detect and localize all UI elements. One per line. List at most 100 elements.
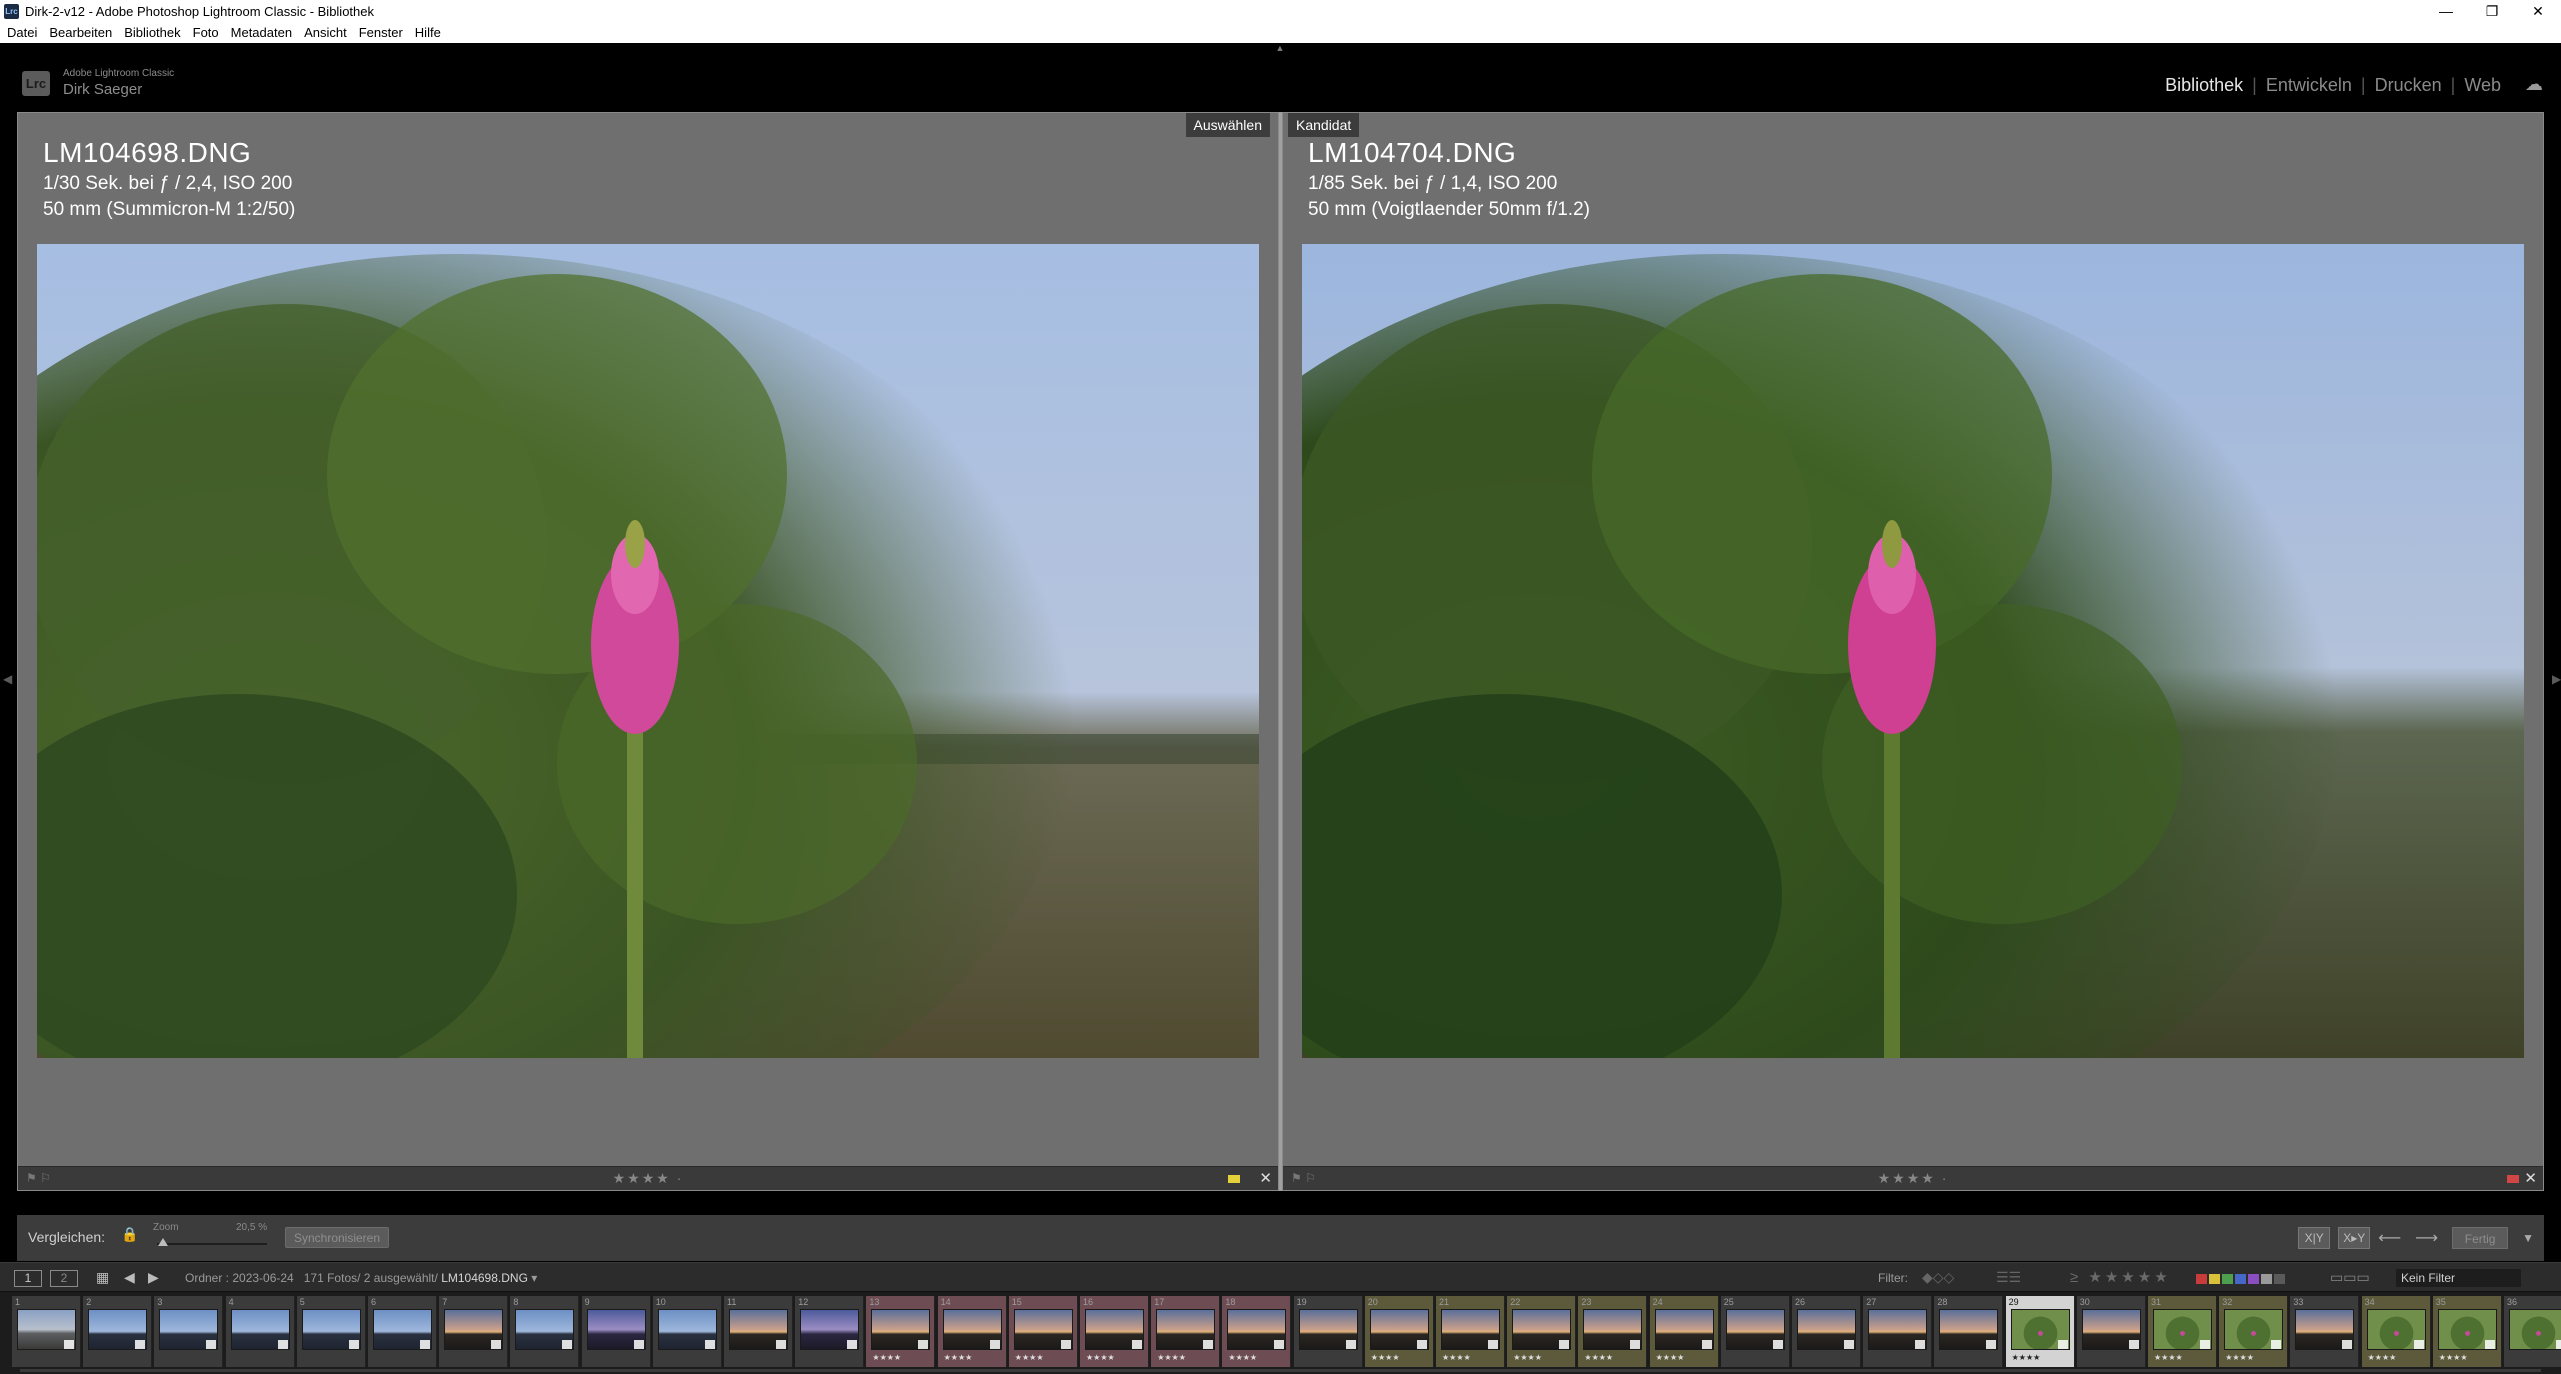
filmstrip-thumbnail[interactable]: 25	[1720, 1296, 1790, 1367]
filmstrip-thumbnail[interactable]: 9	[581, 1296, 651, 1367]
previous-arrow-icon[interactable]: ⟵	[2378, 1228, 2401, 1248]
filmstrip[interactable]: 1 2 3 4 5 6 7 8 9 10 11 12 13 ★★★★ 14 ★★★★ 15 ★★★★ 16 ★★★★ 1…	[0, 1292, 2561, 1374]
edit-filter-icon[interactable]: ☰☰	[1996, 1269, 2021, 1286]
cloud-sync-icon[interactable]: ☁	[2519, 74, 2549, 96]
filmstrip-thumbnail[interactable]: 27	[1863, 1296, 1933, 1367]
menu-bearbeiten[interactable]: Bearbeiten	[49, 25, 112, 40]
lrc-logo-icon: Lrc	[22, 71, 50, 96]
menu-bibliothek[interactable]: Bibliothek	[124, 25, 180, 40]
filmstrip-thumbnail[interactable]: 29 ★★★★	[2005, 1296, 2075, 1367]
color-label-swatch[interactable]	[2248, 1274, 2259, 1284]
compare-pane-candidate[interactable]: Kandidat LM104704.DNG 1/85 Sek. bei ƒ / …	[1282, 112, 2544, 1191]
filmstrip-thumbnail[interactable]: 16 ★★★★	[1080, 1296, 1149, 1367]
filmstrip-thumbnail[interactable]: 35 ★★★★	[2432, 1296, 2502, 1367]
select-photo[interactable]	[37, 244, 1259, 1058]
filmstrip-thumbnail[interactable]: 20 ★★★★	[1364, 1296, 1434, 1367]
color-label-swatch[interactable]	[2261, 1274, 2272, 1284]
zoom-slider[interactable]	[157, 1243, 267, 1245]
sync-button[interactable]: Synchronisieren	[285, 1227, 389, 1248]
star-filter[interactable]: ≥ ★★★★★	[2070, 1268, 2171, 1286]
filmstrip-thumbnail[interactable]: 3	[154, 1296, 224, 1367]
thumbnail-index: 4	[228, 1297, 234, 1307]
filmstrip-thumbnail[interactable]: 5	[296, 1296, 366, 1367]
filmstrip-thumbnail[interactable]: 2	[83, 1296, 153, 1367]
color-label-filter[interactable]	[2196, 1274, 2287, 1284]
module-web[interactable]: Web	[2464, 75, 2501, 96]
filmstrip-thumbnail[interactable]: 32 ★★★★	[2219, 1296, 2289, 1367]
filmstrip-thumbnail[interactable]: 31 ★★★★	[2148, 1296, 2217, 1367]
collapse-top-panel-icon[interactable]: ▲	[1273, 43, 1287, 53]
main-window-button[interactable]: 1	[14, 1270, 42, 1287]
grid-view-icon[interactable]: ▦	[96, 1269, 109, 1286]
filmstrip-thumbnail[interactable]: 34 ★★★★	[2361, 1296, 2431, 1367]
filmstrip-thumbnail[interactable]: 21 ★★★★	[1436, 1296, 1505, 1367]
filmstrip-thumbnail[interactable]: 19	[1293, 1296, 1363, 1367]
filmstrip-thumbnail[interactable]: 23 ★★★★	[1578, 1296, 1648, 1367]
color-label-swatch[interactable]	[2196, 1274, 2207, 1284]
lock-icon[interactable]: 🔒	[121, 1226, 138, 1244]
filmstrip-thumbnail[interactable]: 10	[652, 1296, 722, 1367]
thumbnail-rating: ★★★★	[1014, 1353, 1044, 1362]
module-bibliothek[interactable]: Bibliothek	[2165, 75, 2243, 96]
left-panel-toggle-icon[interactable]: ◀	[3, 672, 12, 686]
color-label-swatch[interactable]	[2235, 1274, 2246, 1284]
menu-metadaten[interactable]: Metadaten	[231, 25, 292, 40]
menu-ansicht[interactable]: Ansicht	[304, 25, 347, 40]
filmstrip-thumbnail[interactable]: 1	[12, 1296, 81, 1367]
filmstrip-thumbnail[interactable]: 17 ★★★★	[1151, 1296, 1221, 1367]
candidate-rating[interactable]: ★★★★ ·	[1283, 1170, 2543, 1187]
filter-preset-select[interactable]: Kein Filter	[2396, 1269, 2521, 1287]
secondary-window-button[interactable]: 2	[50, 1270, 78, 1287]
back-arrow-icon[interactable]: ◀	[124, 1269, 135, 1286]
filmstrip-thumbnail[interactable]: 14 ★★★★	[937, 1296, 1007, 1367]
candidate-color-label[interactable]	[2507, 1175, 2519, 1183]
filmstrip-thumbnail[interactable]: 28	[1934, 1296, 2004, 1367]
filmstrip-thumbnail[interactable]: 22 ★★★★	[1507, 1296, 1577, 1367]
flag-filter-icon[interactable]: ◆◇◇	[1922, 1269, 1954, 1286]
develop-badge-icon	[135, 1340, 146, 1349]
filmstrip-thumbnail[interactable]: 4	[225, 1296, 295, 1367]
toolbar-menu-icon[interactable]: ▼	[2522, 1231, 2534, 1245]
filmstrip-thumbnail[interactable]: 30	[2076, 1296, 2146, 1367]
filmstrip-thumbnail[interactable]: 15 ★★★★	[1008, 1296, 1078, 1367]
filmstrip-thumbnail[interactable]: 11	[724, 1296, 793, 1367]
filmstrip-thumbnail[interactable]: 24 ★★★★	[1649, 1296, 1719, 1367]
zoom-slider-thumb[interactable]	[157, 1238, 168, 1246]
candidate-photo[interactable]	[1302, 244, 2524, 1058]
filmstrip-thumbnail[interactable]: 8	[510, 1296, 580, 1367]
color-label-swatch[interactable]	[2222, 1274, 2233, 1284]
select-rating[interactable]: ★★★★ ·	[18, 1170, 1278, 1187]
filmstrip-thumbnail[interactable]: 18 ★★★★	[1222, 1296, 1292, 1367]
filmstrip-thumbnail[interactable]: 13 ★★★★	[866, 1296, 936, 1367]
select-close-icon[interactable]: ✕	[1259, 1169, 1272, 1187]
next-arrow-icon[interactable]: ⟶	[2415, 1228, 2438, 1248]
done-button[interactable]: Fertig	[2452, 1227, 2509, 1249]
module-entwickeln[interactable]: Entwickeln	[2266, 75, 2352, 96]
filmstrip-thumbnail[interactable]: 6	[368, 1296, 437, 1367]
module-drucken[interactable]: Drucken	[2375, 75, 2442, 96]
source-indicator[interactable]: Ordner : 2023-06-24 171 Fotos/ 2 ausgewä…	[185, 1271, 537, 1285]
close-button[interactable]: ✕	[2515, 0, 2561, 22]
compare-pane-select[interactable]: Auswählen LM104698.DNG 1/30 Sek. bei ƒ /…	[17, 112, 1279, 1191]
candidate-close-icon[interactable]: ✕	[2524, 1169, 2537, 1187]
menu-datei[interactable]: Datei	[7, 25, 37, 40]
color-label-swatch[interactable]	[2209, 1274, 2220, 1284]
select-color-label[interactable]	[1228, 1175, 1240, 1183]
right-panel-toggle-icon[interactable]: ▶	[2552, 672, 2561, 686]
menu-fenster[interactable]: Fenster	[359, 25, 403, 40]
swap-icon[interactable]: X|Y	[2298, 1227, 2331, 1249]
menu-hilfe[interactable]: Hilfe	[415, 25, 441, 40]
filmstrip-thumbnail[interactable]: 12	[795, 1296, 865, 1367]
filmstrip-thumbnail[interactable]: 26	[1792, 1296, 1861, 1367]
kind-filter-icon[interactable]: ▭▭▭	[2330, 1269, 2370, 1286]
restore-button[interactable]: ❐	[2469, 0, 2515, 22]
filmstrip-scrollbar[interactable]	[20, 1369, 2541, 1372]
filmstrip-thumbnail[interactable]: 36	[2504, 1296, 2561, 1367]
make-select-icon[interactable]: X▸Y	[2338, 1227, 2371, 1249]
color-label-swatch[interactable]	[2274, 1274, 2285, 1284]
filmstrip-thumbnail[interactable]: 33	[2290, 1296, 2360, 1367]
minimize-button[interactable]: —	[2423, 0, 2469, 22]
filmstrip-thumbnail[interactable]: 7	[439, 1296, 509, 1367]
menu-foto[interactable]: Foto	[193, 25, 219, 40]
forward-arrow-icon[interactable]: ▶	[148, 1269, 159, 1286]
